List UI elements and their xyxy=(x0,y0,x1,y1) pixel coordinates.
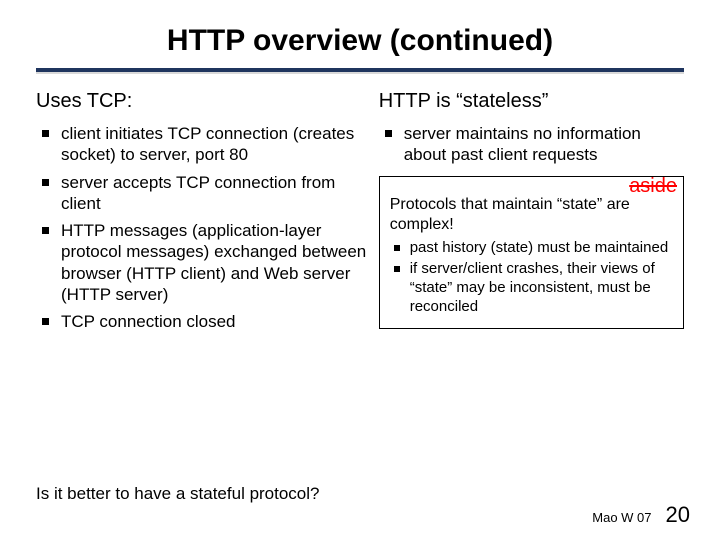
right-bullets: server maintains no information about pa… xyxy=(379,123,684,166)
list-item: if server/client crashes, their views of… xyxy=(394,260,673,316)
aside-label: aside xyxy=(629,175,677,198)
aside-bullets: past history (state) must be maintained … xyxy=(390,239,673,317)
right-column: HTTP is “stateless” server maintains no … xyxy=(379,90,684,338)
bullet-text: TCP connection closed xyxy=(61,311,367,332)
bullet-text: if server/client crashes, their views of… xyxy=(410,260,673,316)
page-number: 20 xyxy=(666,502,690,528)
bullet-icon xyxy=(42,227,49,234)
left-column: Uses TCP: client initiates TCP connectio… xyxy=(36,90,367,338)
right-heading: HTTP is “stateless” xyxy=(379,90,684,113)
slide-title: HTTP overview (continued) xyxy=(36,24,684,58)
bullet-text: server maintains no information about pa… xyxy=(404,123,684,166)
aside-box: aside Protocols that maintain “state” ar… xyxy=(379,176,684,329)
bullet-icon xyxy=(42,179,49,186)
bullet-text: server accepts TCP connection from clien… xyxy=(61,172,367,215)
aside-lead: Protocols that maintain “state” are comp… xyxy=(390,195,673,235)
bullet-icon xyxy=(42,318,49,325)
footer-right: Mao W 07 20 xyxy=(592,502,690,528)
list-item: TCP connection closed xyxy=(42,311,367,332)
left-heading: Uses TCP: xyxy=(36,90,367,113)
bullet-icon xyxy=(42,130,49,137)
bullet-text: past history (state) must be maintained xyxy=(410,239,673,258)
list-item: client initiates TCP connection (creates… xyxy=(42,123,367,166)
list-item: server accepts TCP connection from clien… xyxy=(42,172,367,215)
bullet-icon xyxy=(394,266,400,272)
title-rule xyxy=(36,68,684,72)
list-item: HTTP messages (application-layer protoco… xyxy=(42,220,367,305)
list-item: server maintains no information about pa… xyxy=(385,123,684,166)
left-bullets: client initiates TCP connection (creates… xyxy=(36,123,367,332)
footer-tag: Mao W 07 xyxy=(592,510,651,525)
columns: Uses TCP: client initiates TCP connectio… xyxy=(36,90,684,338)
slide: HTTP overview (continued) Uses TCP: clie… xyxy=(0,0,720,540)
bullet-text: HTTP messages (application-layer protoco… xyxy=(61,220,367,305)
list-item: past history (state) must be maintained xyxy=(394,239,673,258)
bullet-icon xyxy=(394,245,400,251)
footer-question: Is it better to have a stateful protocol… xyxy=(36,484,320,504)
bullet-text: client initiates TCP connection (creates… xyxy=(61,123,367,166)
bullet-icon xyxy=(385,130,392,137)
